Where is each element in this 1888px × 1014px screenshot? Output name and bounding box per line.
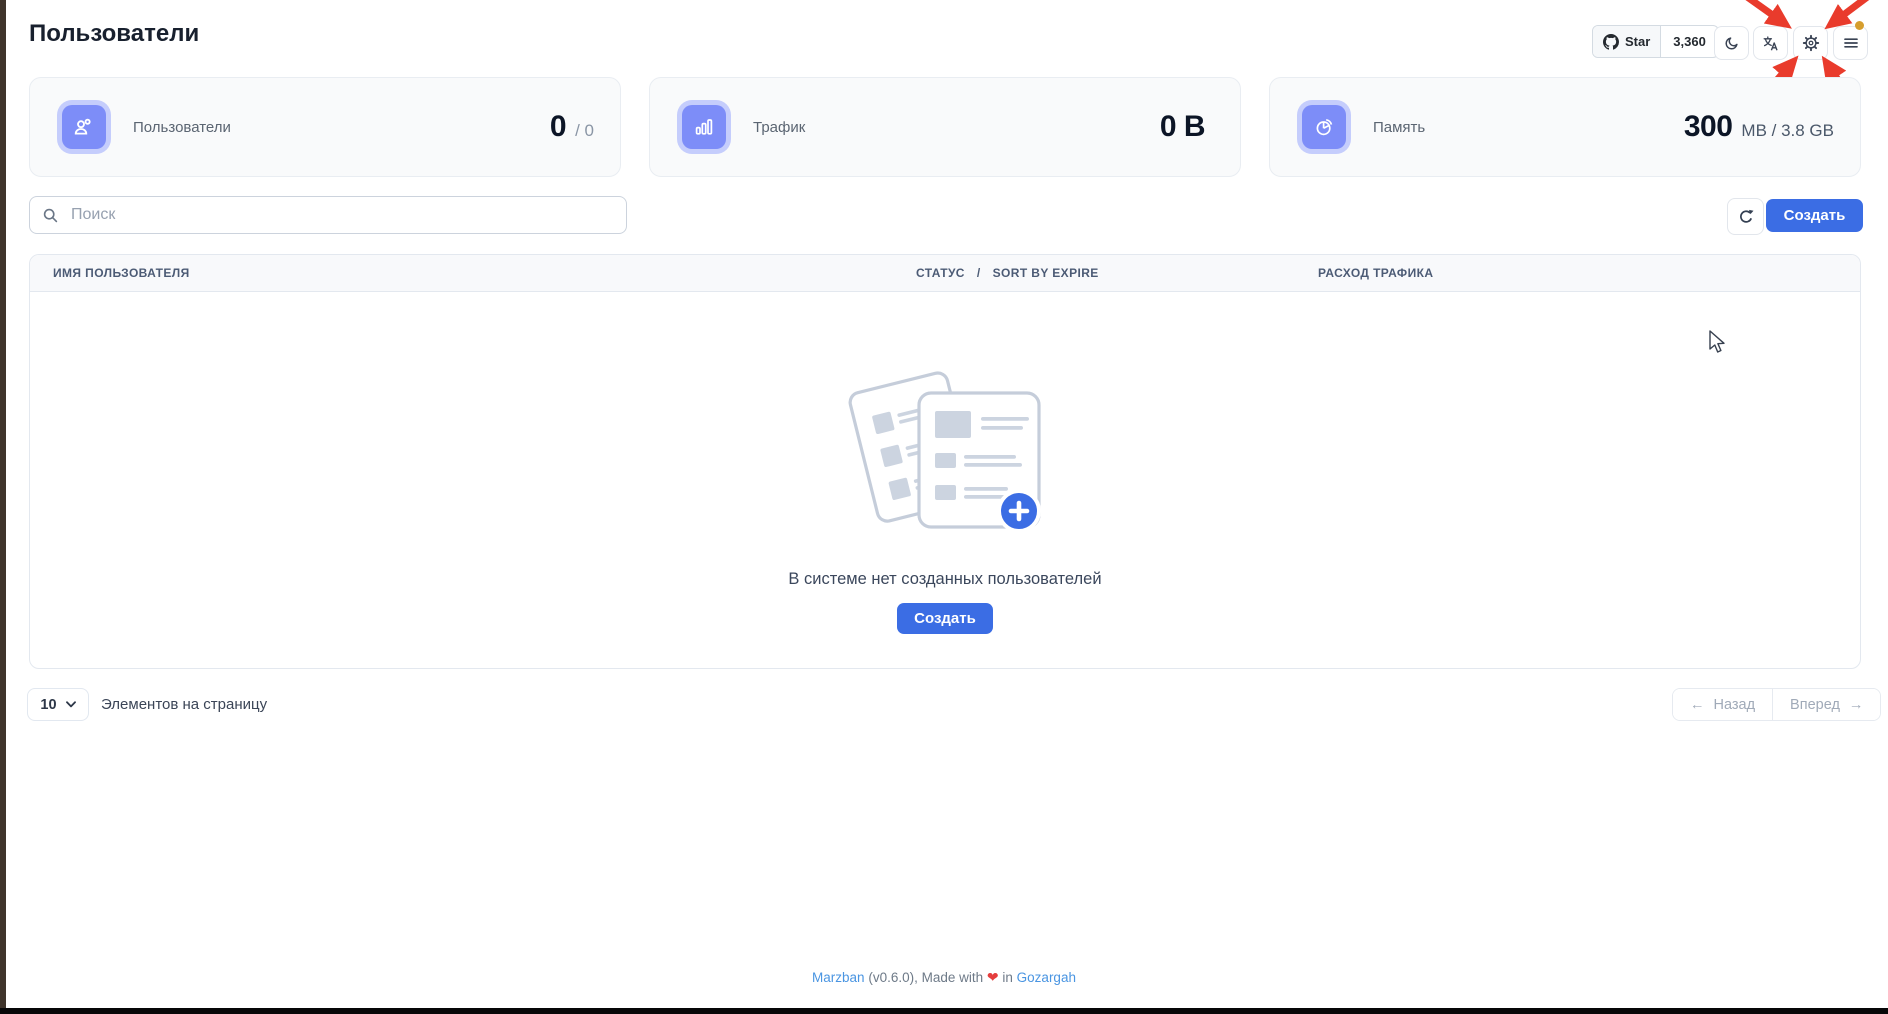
empty-state-message: В системе нет созданных пользователей xyxy=(788,570,1101,589)
footer-org-link[interactable]: Gozargah xyxy=(1017,970,1076,985)
search-box[interactable] xyxy=(29,196,627,234)
prev-page-button[interactable]: ← Назад xyxy=(1673,689,1773,720)
search-input[interactable] xyxy=(69,205,614,225)
window-bottom-edge xyxy=(0,1008,1888,1014)
page-size-value: 10 xyxy=(40,697,56,713)
column-separator: / xyxy=(977,266,981,280)
translate-icon xyxy=(1762,35,1779,52)
stat-card-value: 0 B xyxy=(1160,110,1214,144)
column-header-username[interactable]: ИМЯ ПОЛЬЗОВАТЕЛЯ xyxy=(30,266,916,280)
page-title: Пользователи xyxy=(29,20,199,48)
heart-icon: ❤ xyxy=(987,969,999,985)
add-user-plus-icon xyxy=(999,491,1039,531)
chevron-down-icon xyxy=(66,701,76,708)
gear-icon xyxy=(1802,34,1820,52)
users-table: ИМЯ ПОЛЬЗОВАТЕЛЯ СТАТУС / SORT BY EXPIRE… xyxy=(29,254,1861,669)
users-icon xyxy=(62,105,106,149)
stat-card-value: 300 MB / 3.8 GB xyxy=(1684,110,1834,144)
column-header-sort-by-expire[interactable]: SORT BY EXPIRE xyxy=(993,266,1099,280)
notification-dot xyxy=(1855,21,1864,30)
stat-card-memory: Память 300 MB / 3.8 GB xyxy=(1269,77,1861,177)
search-icon xyxy=(42,207,59,224)
column-header-status[interactable]: СТАТУС xyxy=(916,266,965,280)
refresh-icon xyxy=(1738,209,1754,225)
footer-brand-link[interactable]: Marzban xyxy=(812,970,865,985)
memory-icon xyxy=(1302,105,1346,149)
github-star-label: Star xyxy=(1625,34,1650,49)
column-header-traffic[interactable]: РАСХОД ТРАФИКА xyxy=(1318,266,1860,280)
stat-cards: Пользователи 0 / 0 Трафик 0 B Память 300 xyxy=(29,77,1861,177)
footer-in-word: in xyxy=(1002,970,1013,985)
stat-card-label: Трафик xyxy=(753,119,805,136)
pager: ← Назад Вперед → xyxy=(1672,688,1881,721)
refresh-button[interactable] xyxy=(1727,198,1764,235)
table-empty-body: В системе нет созданных пользователей Со… xyxy=(30,292,1860,669)
stat-card-users: Пользователи 0 / 0 xyxy=(29,77,621,177)
users-total: / 0 xyxy=(575,121,594,141)
stat-card-traffic: Трафик 0 B xyxy=(649,77,1241,177)
marzban-users-page: Пользователи Star 3,360 xyxy=(0,0,1888,1014)
create-user-button[interactable]: Создать xyxy=(1766,199,1863,232)
footer-text: (v0.6.0), Made with xyxy=(868,970,983,985)
stat-card-label: Пользователи xyxy=(133,119,231,136)
memory-used: 300 xyxy=(1684,110,1733,144)
users-count: 0 xyxy=(550,110,566,144)
traffic-value: 0 B xyxy=(1160,110,1205,144)
moon-icon xyxy=(1724,35,1740,51)
menu-button[interactable] xyxy=(1833,26,1868,60)
table-header-row: ИМЯ ПОЛЬЗОВАТЕЛЯ СТАТУС / SORT BY EXPIRE… xyxy=(30,255,1860,292)
language-button[interactable] xyxy=(1753,26,1788,60)
empty-state-illustration xyxy=(843,349,1048,546)
footer: Marzban (v0.6.0), Made with ❤ in Gozarga… xyxy=(0,969,1888,986)
settings-button[interactable] xyxy=(1793,26,1828,60)
menu-icon xyxy=(1843,35,1859,51)
github-logo-icon xyxy=(1603,34,1619,50)
stat-card-label: Память xyxy=(1373,119,1425,136)
stat-card-value: 0 / 0 xyxy=(550,110,594,144)
arrow-right-icon: → xyxy=(1849,697,1864,713)
items-per-page-label: Элементов на страницу xyxy=(101,696,267,713)
next-page-label: Вперед xyxy=(1790,697,1840,713)
next-page-button[interactable]: Вперед → xyxy=(1773,689,1880,720)
prev-page-label: Назад xyxy=(1714,697,1756,713)
dark-mode-button[interactable] xyxy=(1714,26,1749,60)
github-star-button[interactable]: Star xyxy=(1593,26,1661,57)
arrow-left-icon: ← xyxy=(1690,697,1705,713)
github-star-count[interactable]: 3,360 xyxy=(1661,26,1718,57)
page-size-select[interactable]: 10 xyxy=(27,688,89,721)
memory-total: MB / 3.8 GB xyxy=(1741,121,1834,141)
empty-state-create-button[interactable]: Создать xyxy=(897,603,993,634)
github-star-badge[interactable]: Star 3,360 xyxy=(1592,25,1719,58)
traffic-icon xyxy=(682,105,726,149)
window-left-edge xyxy=(0,0,6,1014)
